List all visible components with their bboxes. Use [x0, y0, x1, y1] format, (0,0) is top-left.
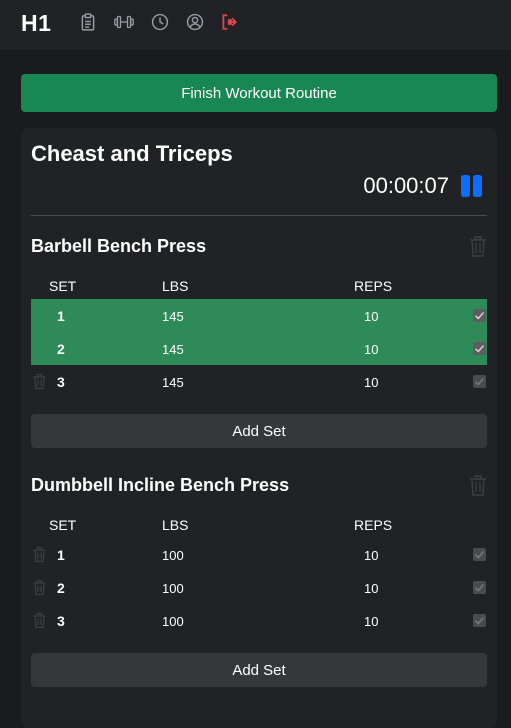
set-number: 3 [57, 374, 65, 390]
set-number: 3 [57, 613, 65, 629]
set-complete-checkbox[interactable] [473, 581, 486, 594]
finish-workout-button[interactable]: Finish Workout Routine [21, 74, 497, 112]
set-lbs-input[interactable]: 145 [162, 309, 184, 324]
title-divider [31, 215, 487, 216]
delete-set-trash-icon[interactable] [33, 613, 46, 628]
user-circle-icon[interactable] [186, 13, 204, 31]
set-lbs-input[interactable]: 100 [162, 614, 184, 629]
set-lbs-input[interactable]: 100 [162, 581, 184, 596]
set-row: 2 100 10 [31, 571, 487, 604]
set-complete-checkbox[interactable] [473, 309, 486, 322]
set-row: 3 100 10 [31, 604, 487, 637]
clock-icon[interactable] [151, 13, 169, 31]
set-reps-input[interactable]: 10 [364, 309, 378, 324]
delete-set-trash-icon[interactable] [33, 547, 46, 562]
top-navbar: H1 [0, 0, 511, 50]
delete-set-trash-icon[interactable] [33, 580, 46, 595]
column-header-set: SET [49, 278, 77, 294]
delete-exercise-trash-icon[interactable] [469, 236, 487, 257]
dumbbell-icon[interactable] [114, 13, 134, 31]
workout-card: Cheast and Triceps 00:00:07 Barbell Benc… [21, 128, 497, 728]
exercise-title: Dumbbell Incline Bench Press [31, 475, 290, 495]
clipboard-icon[interactable] [79, 13, 97, 31]
pause-icon[interactable] [460, 175, 484, 197]
workout-timer: 00:00:07 [363, 173, 449, 198]
set-reps-input[interactable]: 10 [364, 548, 378, 563]
column-header-lbs: LBS [162, 278, 189, 294]
set-row: 1 145 10 [31, 299, 487, 332]
routine-title: Cheast and Triceps [31, 141, 233, 166]
add-set-button[interactable]: Add Set [31, 653, 487, 687]
set-row: 3 145 10 [31, 365, 487, 398]
set-row: 2 145 10 [31, 332, 487, 365]
set-number: 1 [57, 547, 65, 563]
set-number: 2 [57, 341, 65, 357]
logout-icon[interactable] [220, 13, 238, 31]
set-complete-checkbox[interactable] [473, 614, 486, 627]
column-header-reps: REPS [354, 278, 393, 294]
add-set-button[interactable]: Add Set [31, 414, 487, 448]
set-reps-input[interactable]: 10 [364, 342, 378, 357]
set-reps-input[interactable]: 10 [364, 375, 378, 390]
exercise-title: Barbell Bench Press [31, 236, 207, 256]
set-complete-checkbox[interactable] [473, 375, 486, 388]
column-header-reps: REPS [354, 517, 393, 533]
brand-logo[interactable]: H1 [21, 10, 51, 37]
set-lbs-input[interactable]: 145 [162, 375, 184, 390]
set-number: 2 [57, 580, 65, 596]
set-number: 1 [57, 308, 65, 324]
set-reps-input[interactable]: 10 [364, 614, 378, 629]
delete-exercise-trash-icon[interactable] [469, 475, 487, 496]
set-row: 1 100 10 [31, 538, 487, 571]
set-reps-input[interactable]: 10 [364, 581, 378, 596]
set-complete-checkbox[interactable] [473, 548, 486, 561]
column-header-set: SET [49, 517, 77, 533]
delete-set-trash-icon[interactable] [33, 374, 46, 389]
column-header-lbs: LBS [162, 517, 189, 533]
set-lbs-input[interactable]: 145 [162, 342, 184, 357]
set-lbs-input[interactable]: 100 [162, 548, 184, 563]
set-complete-checkbox[interactable] [473, 342, 486, 355]
